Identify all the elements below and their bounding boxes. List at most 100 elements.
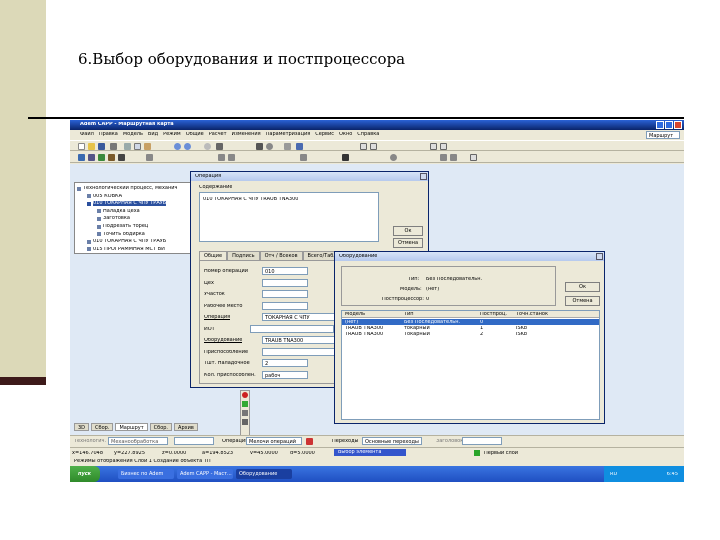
column-header[interactable]: Постпроц. (480, 312, 507, 317)
rotate-icon[interactable] (390, 154, 397, 161)
view-combo[interactable]: Маршрут (646, 131, 680, 139)
table-icon[interactable] (360, 143, 367, 150)
taskbar-item[interactable]: Adem CAPP - Маст... (177, 469, 233, 479)
field-input[interactable]: 010 (262, 267, 308, 275)
field-input[interactable] (250, 324, 334, 333)
bottom-tab[interactable]: Сбор. (91, 423, 114, 431)
field-input[interactable] (262, 278, 308, 287)
field-input[interactable]: рабоч (262, 370, 308, 379)
field-input[interactable]: 2 (262, 359, 308, 367)
cancel-button[interactable]: Отмена (393, 238, 423, 248)
menu-item[interactable]: Справка (357, 132, 379, 137)
close-icon[interactable] (420, 173, 427, 180)
grid-icon[interactable] (216, 143, 223, 150)
field-input[interactable] (262, 290, 308, 298)
transition-icon[interactable] (88, 154, 95, 161)
export-icon[interactable] (440, 143, 447, 150)
tab[interactable]: Общие (199, 251, 228, 260)
tree-item[interactable]: 010 ТОКАРНАЯ С ЧПУ ТРАУБ (87, 238, 166, 245)
bottom-combo-3[interactable]: Основные переходы (362, 437, 422, 445)
operation-list[interactable]: 010 ТОКАРНАЯ С ЧПУ TRAUB TNA300 (199, 192, 379, 242)
report-icon[interactable] (370, 143, 377, 150)
tree-item[interactable]: 005 КОВКА (87, 193, 122, 200)
layers-icon[interactable] (256, 143, 263, 150)
start-button[interactable]: пуск (70, 466, 100, 482)
tree-item[interactable]: Заготовка (97, 215, 130, 222)
redo-icon[interactable] (184, 143, 191, 150)
cut-icon[interactable] (124, 143, 131, 150)
new-file-icon[interactable] (78, 143, 85, 150)
operation-icon[interactable] (78, 154, 85, 161)
ok-button[interactable]: Ок (393, 226, 423, 236)
menu-item[interactable]: Общие (186, 132, 204, 137)
measure-icon[interactable] (296, 143, 303, 150)
paste-icon[interactable] (144, 143, 151, 150)
help-icon[interactable] (430, 143, 437, 150)
bottom-tab[interactable]: 3D (74, 423, 90, 431)
delete-icon[interactable] (242, 392, 248, 398)
tree-item[interactable]: Технологический процесс, механич (77, 185, 177, 192)
menu-item[interactable]: Вид (148, 132, 158, 137)
move-up-icon[interactable] (218, 154, 225, 161)
save-icon[interactable] (98, 143, 105, 150)
bottom-combo-1[interactable]: Механообработка (108, 437, 168, 445)
apply-icon[interactable] (306, 438, 313, 445)
tree-item[interactable]: Наладка цеха (97, 208, 140, 215)
move-down-icon[interactable] (228, 154, 235, 161)
pan-icon[interactable] (440, 154, 447, 161)
minimize-icon[interactable] (656, 121, 664, 129)
select-icon[interactable] (146, 154, 153, 161)
bottom-tab[interactable]: Архив (174, 423, 198, 431)
check-icon[interactable] (300, 154, 307, 161)
bottom-combo-1b[interactable] (174, 437, 214, 445)
cancel-button[interactable]: Отмена (565, 296, 600, 306)
menu-item[interactable]: Файл (80, 132, 94, 137)
zoom-icon[interactable] (204, 143, 211, 150)
edit-icon[interactable] (242, 410, 248, 416)
bottom-tab[interactable]: Маршрут (115, 423, 148, 431)
close-icon[interactable] (674, 121, 682, 129)
equipment-icon[interactable] (98, 154, 105, 161)
fixture-icon[interactable] (108, 154, 115, 161)
tree-item[interactable]: Точить обдирка (97, 231, 145, 238)
list-icon[interactable] (470, 154, 477, 161)
menu-item[interactable]: Параметризация (266, 132, 311, 137)
copy-icon[interactable] (134, 143, 141, 150)
tree-item[interactable]: 010 ТОКАРНАЯ С ЧПУ ТРАУБ (87, 200, 167, 207)
play-icon[interactable] (342, 154, 349, 161)
fit-icon[interactable] (450, 154, 457, 161)
menu-item[interactable]: Окно (339, 132, 352, 137)
field-input[interactable] (262, 301, 308, 310)
bottom-tab[interactable]: Сбор. (149, 423, 173, 431)
table-row[interactable]: TRAUB TNA300 Токарный 2 ISKb (342, 331, 599, 337)
taskbar-item[interactable]: Оборудование (236, 469, 292, 479)
tab[interactable]: Подпись (227, 251, 260, 260)
bottom-combo-2[interactable]: Мелочи операций (246, 437, 302, 445)
menu-item[interactable]: Сервис (315, 132, 334, 137)
column-header[interactable]: Модель (345, 312, 365, 317)
tree-item[interactable]: Подрезать торец (97, 223, 148, 230)
tree-item[interactable]: 015 ПРОГРАММНАЯ МСТ ВИ (87, 246, 165, 253)
taskbar-item[interactable]: Бизнес по Adem (118, 469, 174, 479)
menu-item[interactable]: Режим (163, 132, 181, 137)
close-icon[interactable] (596, 253, 603, 260)
undo-icon[interactable] (174, 143, 181, 150)
column-header[interactable]: Тип (404, 312, 414, 317)
ok-button[interactable]: Ок (565, 282, 600, 292)
menu-item[interactable]: Изменения (232, 132, 261, 137)
filter-icon[interactable] (242, 419, 248, 425)
open-folder-icon[interactable] (88, 143, 95, 150)
circle-icon[interactable] (266, 143, 273, 150)
bottom-combo-4[interactable] (462, 437, 502, 445)
tool-icon[interactable] (284, 143, 291, 150)
tab[interactable]: Отч / Всеков (259, 251, 303, 260)
menu-item[interactable]: Модель (123, 132, 143, 137)
menu-item[interactable]: Правка (99, 132, 118, 137)
column-header[interactable]: Точн.станок (516, 312, 548, 317)
add-icon[interactable] (242, 401, 248, 407)
tooling-icon[interactable] (118, 154, 125, 161)
maximize-icon[interactable] (665, 121, 673, 129)
mode-bar: Режимы отображения Слой 1 Создание объек… (70, 457, 684, 466)
print-icon[interactable] (110, 143, 117, 150)
menu-item[interactable]: Расчет (209, 132, 227, 137)
